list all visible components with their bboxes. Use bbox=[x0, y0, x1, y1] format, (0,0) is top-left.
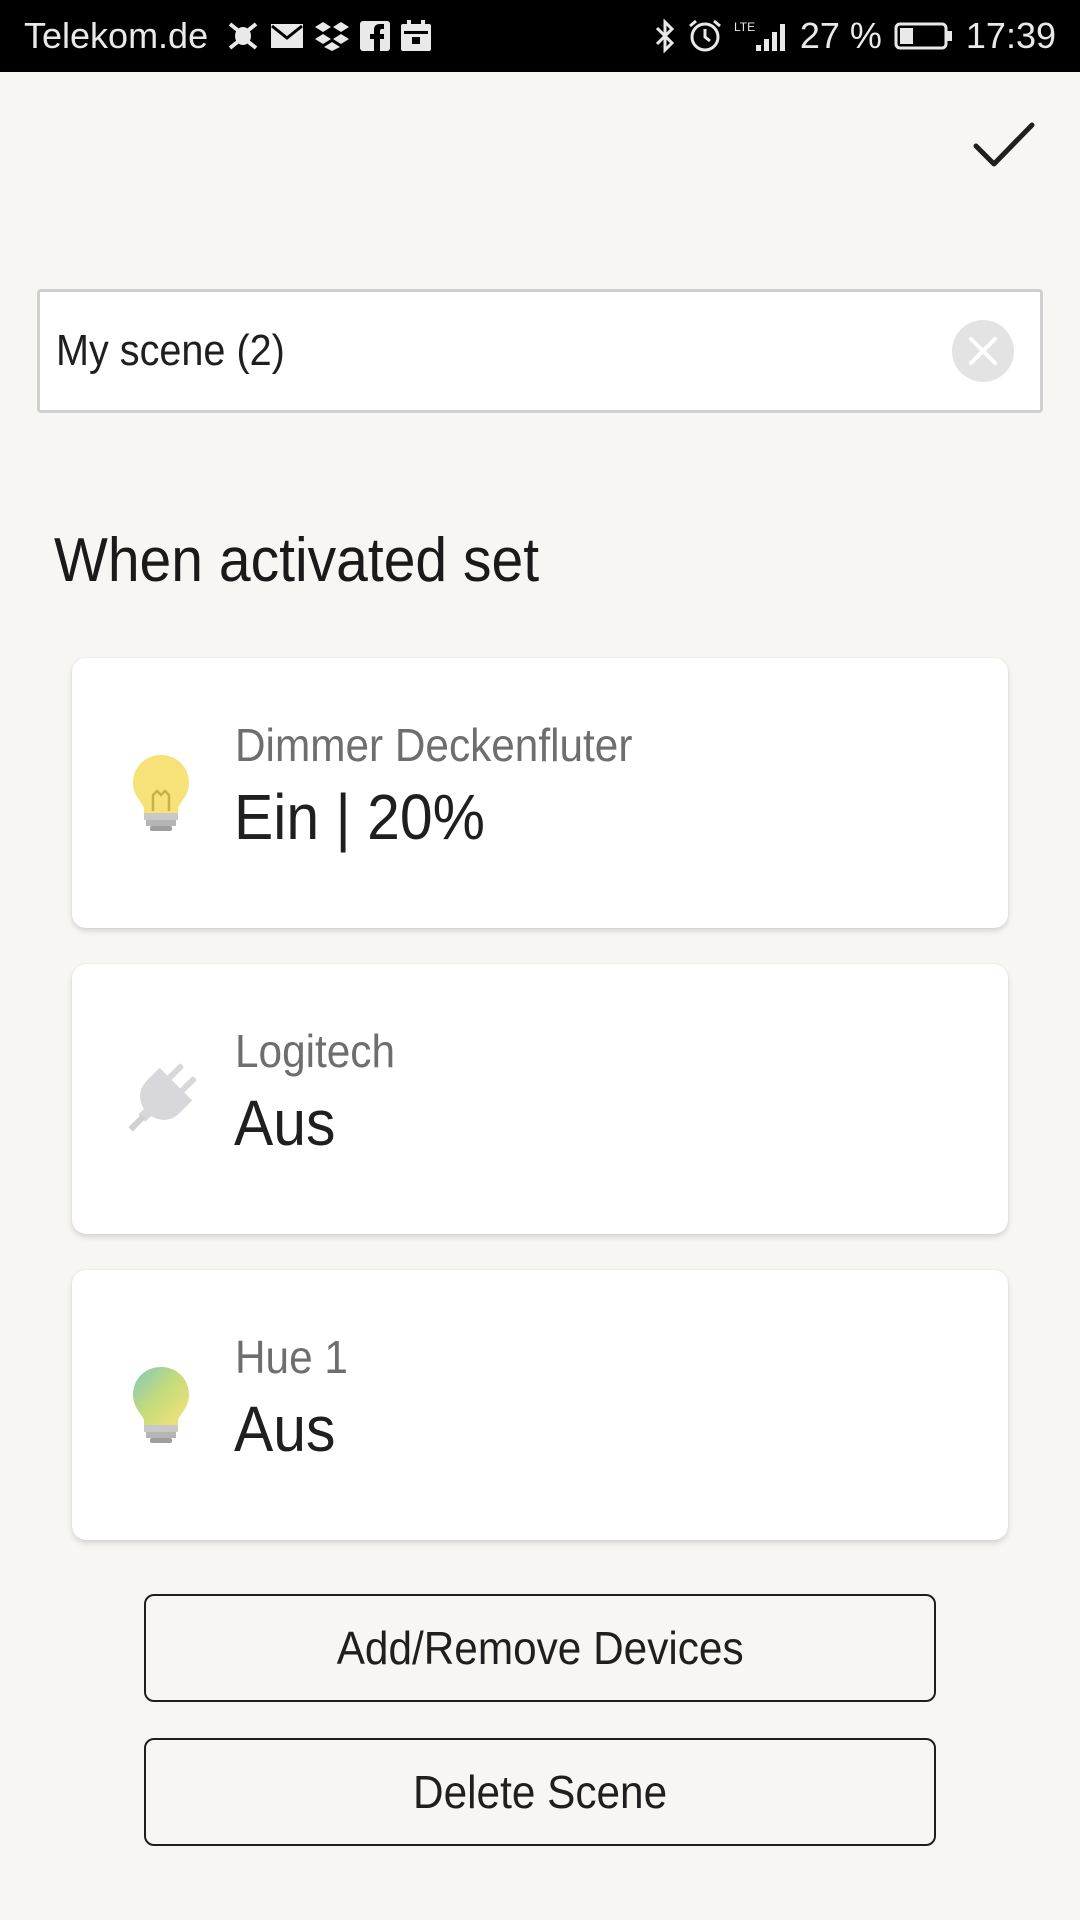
battery-icon bbox=[894, 21, 954, 51]
add-remove-devices-label: Add/Remove Devices bbox=[336, 1622, 744, 1674]
device-state: Ein | 20% bbox=[234, 781, 485, 853]
delete-scene-button[interactable]: Delete Scene bbox=[144, 1738, 936, 1846]
add-remove-devices-button[interactable]: Add/Remove Devices bbox=[144, 1594, 936, 1702]
delete-scene-label: Delete Scene bbox=[412, 1766, 668, 1818]
mail-icon bbox=[270, 23, 304, 49]
bulb-hue-icon bbox=[106, 1350, 216, 1460]
device-state: Aus bbox=[234, 1087, 336, 1159]
device-name: Dimmer Deckenfluter bbox=[235, 719, 633, 771]
calendar-icon bbox=[400, 20, 432, 52]
dropbox-icon bbox=[314, 20, 350, 52]
device-card[interactable]: Logitech Aus bbox=[72, 964, 1008, 1234]
facebook-icon bbox=[360, 21, 391, 51]
status-bar-right: LTE 27 % 17:39 bbox=[642, 15, 1056, 57]
device-card[interactable]: Hue 1 Aus bbox=[72, 1270, 1008, 1540]
clear-icon bbox=[969, 337, 997, 365]
device-name: Logitech bbox=[235, 1025, 396, 1077]
plug-icon bbox=[106, 1044, 216, 1154]
device-card[interactable]: Dimmer Deckenfluter Ein | 20% bbox=[72, 658, 1008, 928]
section-title: When activated set bbox=[54, 526, 540, 595]
status-bar-left: Telekom.de bbox=[24, 15, 432, 57]
clock: 17:39 bbox=[965, 15, 1056, 56]
network-label: LTE bbox=[734, 20, 755, 34]
carrier-label: Telekom.de bbox=[24, 15, 209, 56]
scene-name-input[interactable] bbox=[56, 311, 848, 391]
bulb-yellow-icon bbox=[106, 738, 216, 848]
alarm-icon bbox=[688, 19, 722, 53]
bluetooth-icon bbox=[654, 19, 676, 53]
bug-icon bbox=[226, 20, 260, 52]
battery-percent: 27 % bbox=[799, 15, 882, 56]
device-state: Aus bbox=[234, 1393, 336, 1465]
check-icon bbox=[973, 122, 1035, 167]
clear-button[interactable] bbox=[952, 320, 1014, 382]
status-bar: Telekom.de LTE 27 % 17:39 bbox=[0, 0, 1080, 72]
confirm-button[interactable] bbox=[966, 112, 1042, 178]
device-name: Hue 1 bbox=[235, 1331, 348, 1383]
signal-icon: LTE bbox=[734, 19, 790, 53]
scene-name-field bbox=[37, 289, 1043, 413]
